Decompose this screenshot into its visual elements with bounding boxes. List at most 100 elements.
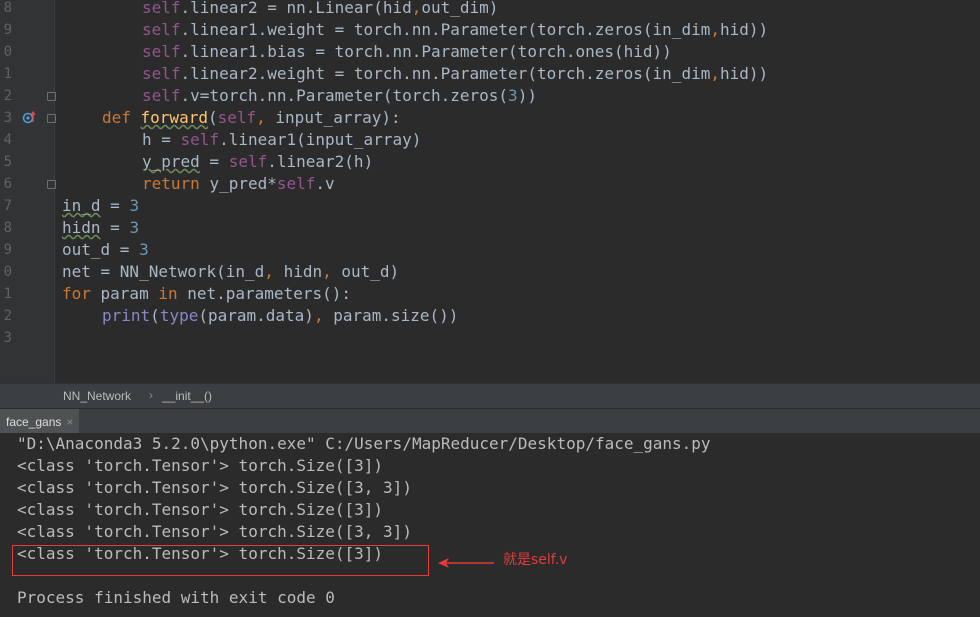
code-token: print: [102, 306, 151, 325]
line-number: 0: [3, 264, 12, 280]
code-token: ,: [313, 306, 324, 325]
line-number: 8: [3, 0, 12, 16]
fold-marker-icon[interactable]: [47, 180, 56, 189]
code-token: ,: [256, 108, 266, 127]
code-editor[interactable]: 8901234567890123 self.linear2 = nn.Linea…: [0, 0, 980, 383]
code-token: self: [142, 42, 181, 61]
code-token: param: [100, 284, 159, 303]
code-token: 3: [139, 240, 149, 259]
console-line: Process finished with exit code 0: [17, 588, 335, 607]
code-token: self: [276, 174, 316, 193]
code-token: net.parameters():: [187, 284, 351, 303]
code-token: self: [142, 64, 181, 83]
code-line[interactable]: self.v=torch.nn.Parameter(torch.zeros(3)…: [62, 85, 537, 107]
code-line[interactable]: self.linear2.weight = torch.nn.Parameter…: [62, 63, 768, 85]
line-number: 7: [3, 198, 12, 214]
code-token: for: [62, 284, 101, 303]
breadcrumb: NN_Network › __init__(): [0, 383, 980, 409]
code-token: in_d: [62, 196, 101, 215]
code-line[interactable]: net = NN_Network(in_d, hidn, out_d): [62, 261, 399, 283]
code-token: =: [100, 218, 130, 237]
code-line[interactable]: self.linear1.bias = torch.nn.Parameter(t…: [62, 41, 672, 63]
code-token: .linear1(input_array): [219, 130, 422, 149]
code-token: )): [517, 86, 537, 105]
code-token: .v: [315, 174, 335, 193]
code-token: .linear2(h): [267, 152, 374, 171]
code-token: param.size()): [323, 306, 459, 325]
code-token: hid)): [719, 20, 769, 39]
arrow-left-icon: [438, 558, 494, 568]
run-tool-window-tabs: face_gans ×: [0, 408, 980, 434]
console-line: "D:\Anaconda3 5.2.0\python.exe" C:/Users…: [17, 434, 711, 453]
line-number-gutter[interactable]: 8 9 0 1 2 3 4 5 6 7 8 9 0 1 2 3: [0, 0, 56, 383]
override-method-icon[interactable]: [22, 110, 36, 124]
highlight-box: [12, 545, 429, 576]
code-token: =: [199, 152, 229, 171]
annotation-label: 就是self.v: [503, 552, 568, 568]
run-tab-label: face_gans: [6, 414, 62, 429]
code-token: .linear2.weight = torch.nn.Parameter(tor…: [180, 64, 711, 83]
code-token: ,: [710, 20, 720, 39]
code-token: .linear1.bias = torch.nn.Parameter(torch…: [180, 42, 672, 61]
line-number: 1: [3, 286, 12, 302]
console-line: <class 'torch.Tensor'> torch.Size([3]): [17, 456, 384, 475]
line-number: 2: [3, 88, 12, 104]
line-number: 8: [3, 220, 12, 236]
fold-marker-icon[interactable]: [47, 92, 56, 101]
run-tab-face-gans[interactable]: face_gans ×: [0, 409, 80, 434]
code-token: def: [102, 108, 141, 127]
breadcrumb-separator: ›: [149, 388, 153, 402]
code-token: out_dim): [421, 0, 499, 17]
code-token: hid)): [719, 64, 769, 83]
code-token: hidn: [273, 262, 323, 281]
line-number: 5: [3, 154, 12, 170]
line-number: 9: [3, 242, 12, 258]
run-console-output[interactable]: "D:\Anaconda3 5.2.0\python.exe" C:/Users…: [0, 433, 980, 617]
code-token: .linear2 = nn.Linear(hid: [180, 0, 412, 17]
code-line[interactable]: return y_pred*self.v: [62, 173, 335, 195]
code-token: .linear1.weight = torch.nn.Parameter(tor…: [180, 20, 711, 39]
close-icon[interactable]: ×: [66, 415, 73, 429]
code-token: return: [142, 174, 210, 193]
code-token: .v=torch.nn.Parameter(torch.zeros(: [180, 86, 509, 105]
code-token: type: [159, 306, 199, 325]
console-line: <class 'torch.Tensor'> torch.Size([3, 3]…: [17, 522, 412, 541]
code-token: ,: [322, 262, 332, 281]
breadcrumb-class[interactable]: NN_Network: [63, 389, 131, 403]
code-token: net = NN_Network(in_d: [62, 262, 265, 281]
code-token: self: [142, 0, 181, 17]
line-number: 2: [3, 308, 12, 324]
code-line[interactable]: for param in net.parameters():: [62, 283, 351, 305]
code-line[interactable]: out_d = 3: [62, 239, 149, 261]
code-token: out_d): [331, 262, 400, 281]
code-token: 3: [129, 218, 140, 237]
fold-marker-icon[interactable]: [47, 114, 56, 123]
code-line[interactable]: self.linear2 = nn.Linear(hid,out_dim): [62, 0, 498, 19]
line-number: 3: [3, 110, 12, 126]
code-token: ,: [710, 64, 720, 83]
code-token: 3: [129, 196, 140, 215]
code-line[interactable]: hidn = 3: [62, 217, 139, 239]
code-line[interactable]: in_d = 3: [62, 195, 139, 217]
code-line[interactable]: self.linear1.weight = torch.nn.Parameter…: [62, 19, 768, 41]
code-token: (: [150, 306, 160, 325]
code-line[interactable]: print(type(param.data), param.size()): [62, 305, 458, 327]
code-line[interactable]: y_pred = self.linear2(h): [62, 151, 373, 173]
code-token: self: [142, 86, 181, 105]
code-token: (param.data): [198, 306, 314, 325]
code-token: self: [228, 152, 268, 171]
breadcrumb-method[interactable]: __init__(): [162, 389, 212, 403]
code-token: input_array):: [265, 108, 401, 127]
code-token: h =: [142, 130, 181, 149]
code-token: y_pred: [142, 152, 200, 171]
line-number: 3: [3, 330, 12, 346]
code-token: y_pred*: [209, 174, 277, 193]
line-number: 1: [3, 66, 12, 82]
code-token: ,: [411, 0, 422, 17]
code-token: forward: [140, 108, 208, 127]
code-line[interactable]: def forward(self, input_array):: [62, 107, 401, 129]
code-token: (: [207, 108, 218, 127]
code-token: in: [158, 284, 188, 303]
line-number: 9: [3, 22, 12, 38]
code-line[interactable]: h = self.linear1(input_array): [62, 129, 421, 151]
